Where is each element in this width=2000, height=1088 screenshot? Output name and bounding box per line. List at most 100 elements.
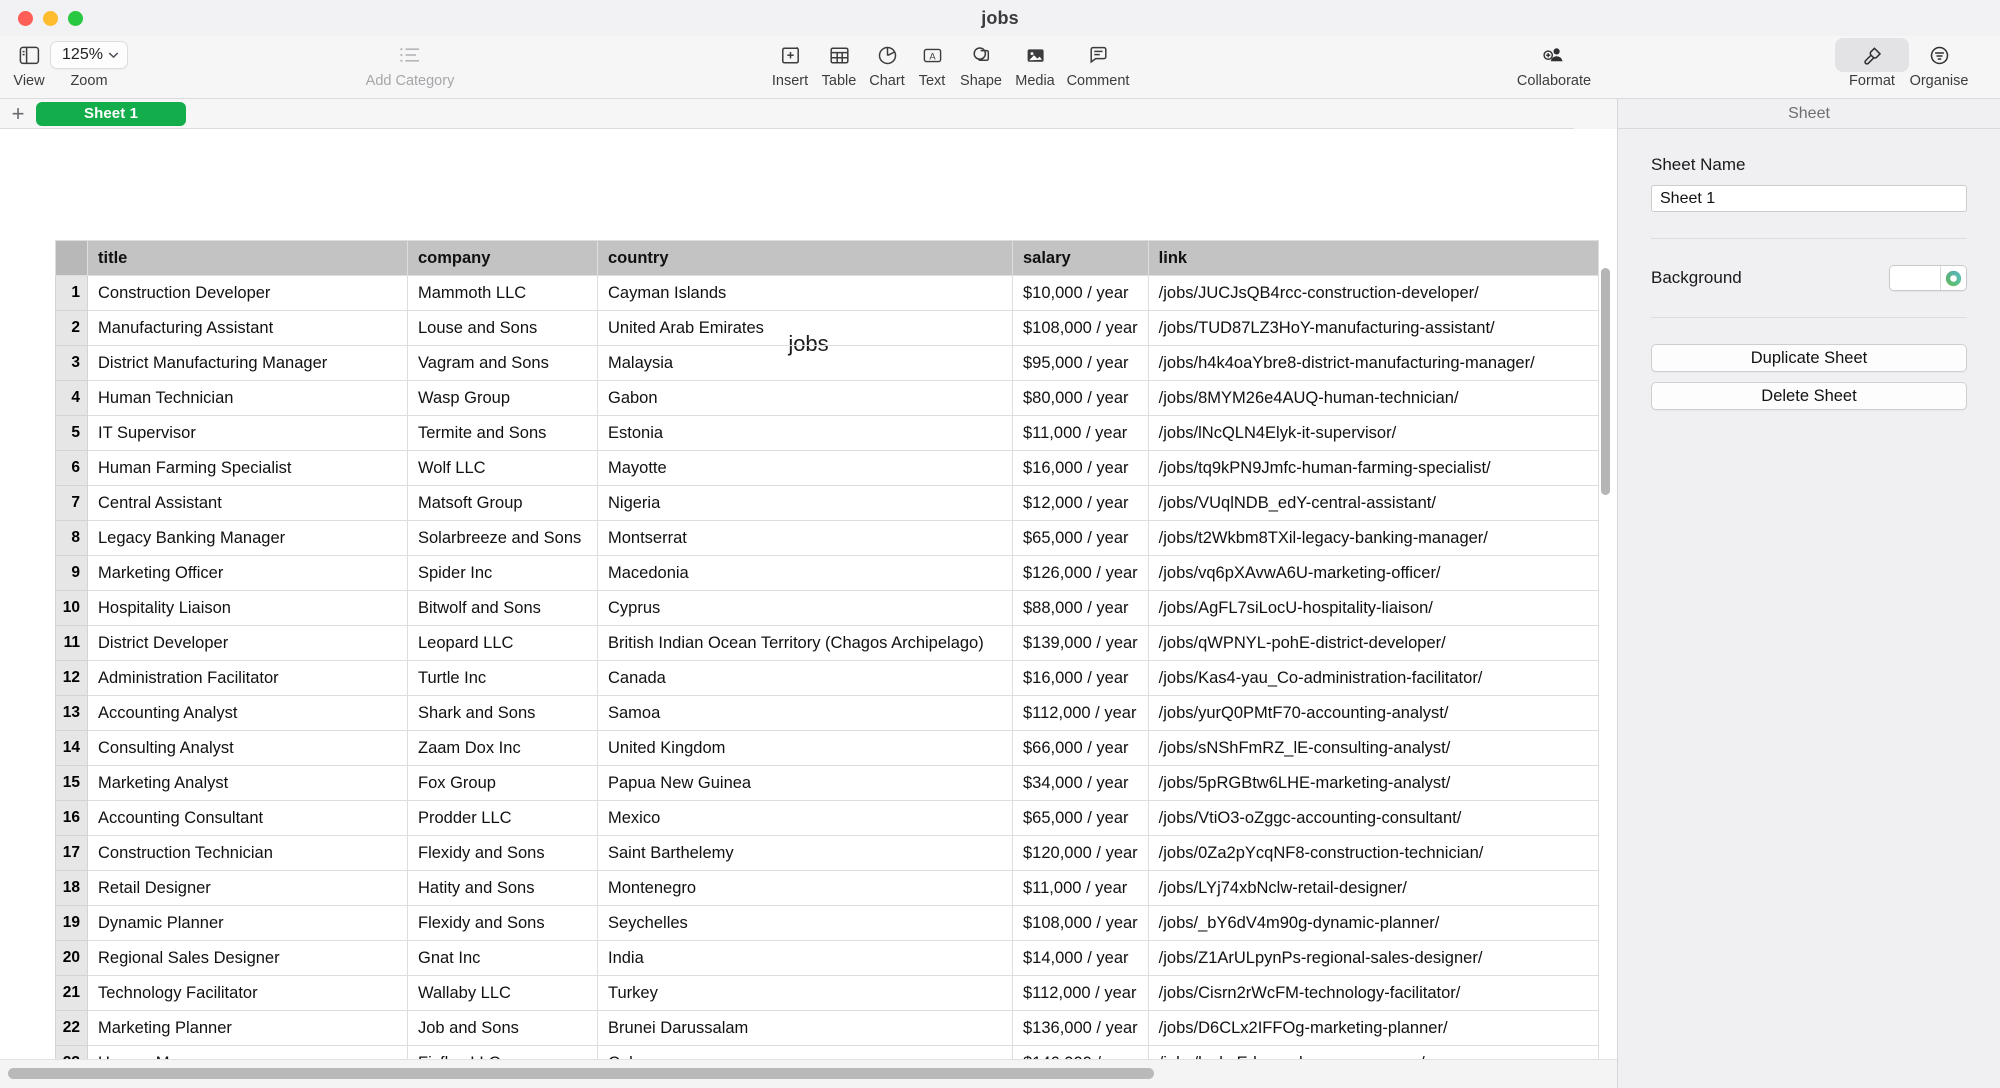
cell-salary[interactable]: $112,000 / year: [1013, 976, 1149, 1011]
cell-link[interactable]: /jobs/LYj74xbNclw-retail-designer/: [1148, 871, 1598, 906]
cell-title[interactable]: Construction Technician: [88, 836, 408, 871]
cell-salary[interactable]: $12,000 / year: [1013, 486, 1149, 521]
cell-link[interactable]: /jobs/D6CLx2IFFOg-marketing-planner/: [1148, 1011, 1598, 1046]
horizontal-scrollbar-thumb[interactable]: [8, 1068, 1154, 1079]
row-number-cell[interactable]: 22: [56, 1011, 88, 1046]
cell-title[interactable]: Central Assistant: [88, 486, 408, 521]
cell-company[interactable]: Termite and Sons: [408, 416, 598, 451]
table-row[interactable]: 3District Manufacturing ManagerVagram an…: [56, 346, 1599, 381]
cell-title[interactable]: Dynamic Planner: [88, 906, 408, 941]
cell-country[interactable]: Seychelles: [598, 906, 1013, 941]
cell-link[interactable]: /jobs/0Za2pYcqNF8-construction-technicia…: [1148, 836, 1598, 871]
cell-title[interactable]: Consulting Analyst: [88, 731, 408, 766]
cell-country[interactable]: Saint Barthelemy: [598, 836, 1013, 871]
cell-company[interactable]: Bitwolf and Sons: [408, 591, 598, 626]
cell-company[interactable]: Mammoth LLC: [408, 276, 598, 311]
row-number-cell[interactable]: 7: [56, 486, 88, 521]
cell-title[interactable]: Hospitality Liaison: [88, 591, 408, 626]
cell-company[interactable]: Zaam Dox Inc: [408, 731, 598, 766]
cell-company[interactable]: Vagram and Sons: [408, 346, 598, 381]
column-header-link[interactable]: link: [1148, 241, 1598, 276]
cell-title[interactable]: District Developer: [88, 626, 408, 661]
color-wheel-icon[interactable]: [1940, 266, 1966, 290]
cell-company[interactable]: Wallaby LLC: [408, 976, 598, 1011]
cell-salary[interactable]: $136,000 / year: [1013, 1011, 1149, 1046]
cell-salary[interactable]: $126,000 / year: [1013, 556, 1149, 591]
row-number-cell[interactable]: 14: [56, 731, 88, 766]
row-number-cell[interactable]: 4: [56, 381, 88, 416]
cell-link[interactable]: /jobs/yurQ0PMtF70-accounting-analyst/: [1148, 696, 1598, 731]
table-row[interactable]: 22Marketing PlannerJob and SonsBrunei Da…: [56, 1011, 1599, 1046]
table-row[interactable]: 5IT SupervisorTermite and SonsEstonia$11…: [56, 416, 1599, 451]
row-number-cell[interactable]: 3: [56, 346, 88, 381]
cell-salary[interactable]: $34,000 / year: [1013, 766, 1149, 801]
cell-link[interactable]: /jobs/AgFL7siLocU-hospitality-liaison/: [1148, 591, 1598, 626]
add-sheet-button[interactable]: +: [0, 99, 36, 129]
cell-company[interactable]: Hatity and Sons: [408, 871, 598, 906]
cell-title[interactable]: Manufacturing Assistant: [88, 311, 408, 346]
cell-company[interactable]: Flexidy and Sons: [408, 906, 598, 941]
table-row[interactable]: 8Legacy Banking ManagerSolarbreeze and S…: [56, 521, 1599, 556]
sheet-name-input[interactable]: Sheet 1: [1651, 185, 1967, 212]
column-header-salary[interactable]: salary: [1013, 241, 1149, 276]
cell-salary[interactable]: $65,000 / year: [1013, 801, 1149, 836]
add-category-button[interactable]: Add Category: [320, 40, 500, 89]
cell-company[interactable]: Spider Inc: [408, 556, 598, 591]
row-number-cell[interactable]: 5: [56, 416, 88, 451]
cell-company[interactable]: Flexidy and Sons: [408, 836, 598, 871]
cell-title[interactable]: Regional Sales Designer: [88, 941, 408, 976]
cell-country[interactable]: Mayotte: [598, 451, 1013, 486]
table-row[interactable]: 20Regional Sales DesignerGnat IncIndia$1…: [56, 941, 1599, 976]
cell-country[interactable]: Montserrat: [598, 521, 1013, 556]
table-row[interactable]: 2Manufacturing AssistantLouse and SonsUn…: [56, 311, 1599, 346]
row-number-cell[interactable]: 11: [56, 626, 88, 661]
table-row[interactable]: 17Construction TechnicianFlexidy and Son…: [56, 836, 1599, 871]
cell-salary[interactable]: $88,000 / year: [1013, 591, 1149, 626]
table-row[interactable]: 14Consulting AnalystZaam Dox IncUnited K…: [56, 731, 1599, 766]
cell-country[interactable]: Turkey: [598, 976, 1013, 1011]
cell-link[interactable]: /jobs/vq6pXAvwA6U-marketing-officer/: [1148, 556, 1598, 591]
cell-link[interactable]: /jobs/5pRGBtw6LHE-marketing-analyst/: [1148, 766, 1598, 801]
table-row[interactable]: 12Administration FacilitatorTurtle IncCa…: [56, 661, 1599, 696]
table-row[interactable]: 21Technology FacilitatorWallaby LLCTurke…: [56, 976, 1599, 1011]
cell-link[interactable]: /jobs/Cisrn2rWcFM-technology-facilitator…: [1148, 976, 1598, 1011]
cell-title[interactable]: District Manufacturing Manager: [88, 346, 408, 381]
cell-title[interactable]: IT Supervisor: [88, 416, 408, 451]
cell-company[interactable]: Prodder LLC: [408, 801, 598, 836]
cell-country[interactable]: Cyprus: [598, 591, 1013, 626]
cell-salary[interactable]: $108,000 / year: [1013, 906, 1149, 941]
cell-salary[interactable]: $11,000 / year: [1013, 416, 1149, 451]
cell-link[interactable]: /jobs/_bY6dV4m90g-dynamic-planner/: [1148, 906, 1598, 941]
table-row[interactable]: 10Hospitality LiaisonBitwolf and SonsCyp…: [56, 591, 1599, 626]
cell-company[interactable]: Gnat Inc: [408, 941, 598, 976]
table-row[interactable]: 7Central AssistantMatsoft GroupNigeria$1…: [56, 486, 1599, 521]
cell-link[interactable]: /jobs/tq9kPN9Jmfc-human-farming-speciali…: [1148, 451, 1598, 486]
cell-salary[interactable]: $139,000 / year: [1013, 626, 1149, 661]
cell-company[interactable]: Wasp Group: [408, 381, 598, 416]
delete-sheet-button[interactable]: Delete Sheet: [1651, 382, 1967, 410]
row-number-cell[interactable]: 10: [56, 591, 88, 626]
table-row[interactable]: 16Accounting ConsultantProdder LLCMexico…: [56, 801, 1599, 836]
vertical-scrollbar-thumb[interactable]: [1601, 268, 1610, 495]
table-row[interactable]: 15Marketing AnalystFox GroupPapua New Gu…: [56, 766, 1599, 801]
table-row[interactable]: 4Human TechnicianWasp GroupGabon$80,000 …: [56, 381, 1599, 416]
cell-link[interactable]: /jobs/sNShFmRZ_lE-consulting-analyst/: [1148, 731, 1598, 766]
cell-country[interactable]: Mexico: [598, 801, 1013, 836]
cell-title[interactable]: Human Farming Specialist: [88, 451, 408, 486]
table-row[interactable]: 1Construction DeveloperMammoth LLCCayman…: [56, 276, 1599, 311]
row-number-cell[interactable]: 21: [56, 976, 88, 1011]
cell-link[interactable]: /jobs/TUD87LZ3HoY-manufacturing-assistan…: [1148, 311, 1598, 346]
cell-company[interactable]: Shark and Sons: [408, 696, 598, 731]
cell-country[interactable]: Macedonia: [598, 556, 1013, 591]
cell-company[interactable]: Job and Sons: [408, 1011, 598, 1046]
row-number-cell[interactable]: 19: [56, 906, 88, 941]
cell-title[interactable]: Marketing Planner: [88, 1011, 408, 1046]
cell-salary[interactable]: $146,000 / year: [1013, 1046, 1149, 1060]
cell-country[interactable]: Brunei Darussalam: [598, 1011, 1013, 1046]
cell-title[interactable]: Accounting Analyst: [88, 696, 408, 731]
row-number-cell[interactable]: 1: [56, 276, 88, 311]
cell-salary[interactable]: $80,000 / year: [1013, 381, 1149, 416]
duplicate-sheet-button[interactable]: Duplicate Sheet: [1651, 344, 1967, 372]
cell-title[interactable]: Retail Designer: [88, 871, 408, 906]
cell-company[interactable]: Fox Group: [408, 766, 598, 801]
